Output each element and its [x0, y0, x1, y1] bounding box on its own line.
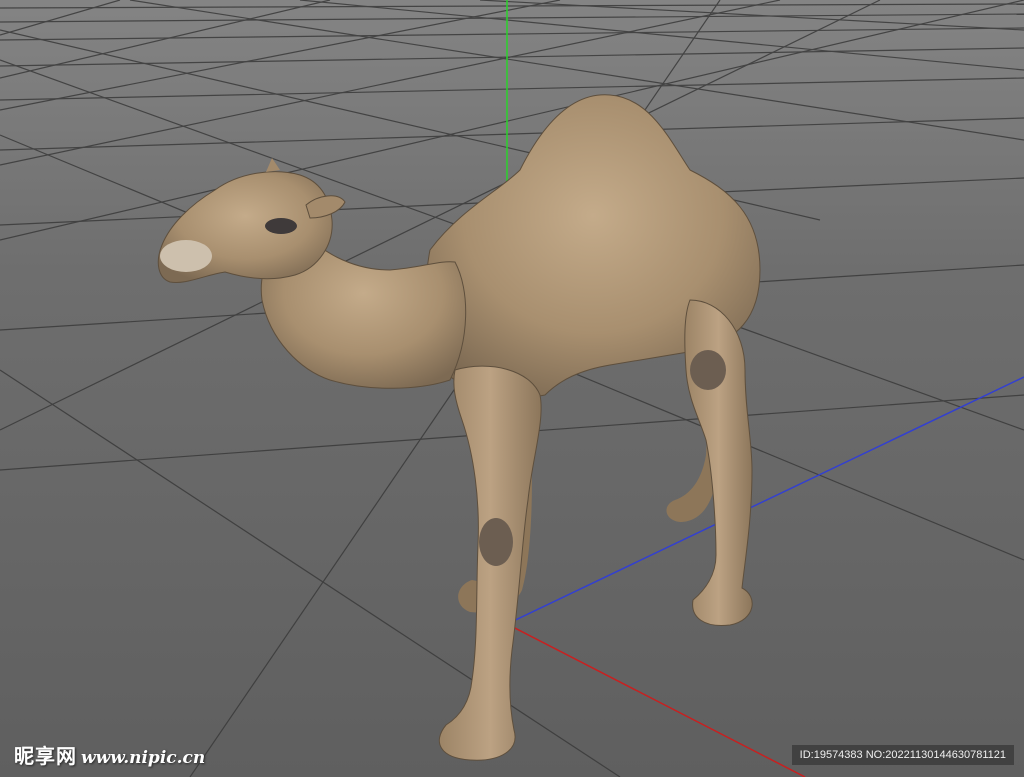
3d-viewport[interactable]: 昵享网 www.nipic.cn ID:19574383 NO:202211301…: [0, 0, 1024, 777]
watermark-id-text: ID:19574383 NO:20221130144630781121: [799, 749, 1006, 761]
camel-hind-knee-callus: [690, 350, 726, 390]
camel-model[interactable]: [157, 94, 761, 761]
watermark-logo: 昵享网 www.nipic.cn: [14, 740, 205, 769]
x-axis: [506, 623, 806, 777]
camel-muzzle: [160, 240, 212, 272]
camel-near-hind-leg: [684, 299, 753, 627]
camel-eye: [265, 218, 297, 234]
watermark-logo-text: 昵享网: [14, 744, 77, 768]
viewport-scene: [0, 0, 1024, 777]
watermark-site-text: www.nipic.cn: [81, 748, 206, 768]
watermark-id-badge: ID:19574383 NO:20221130144630781121: [791, 745, 1014, 765]
camel-fore-knee-callus: [479, 518, 513, 566]
